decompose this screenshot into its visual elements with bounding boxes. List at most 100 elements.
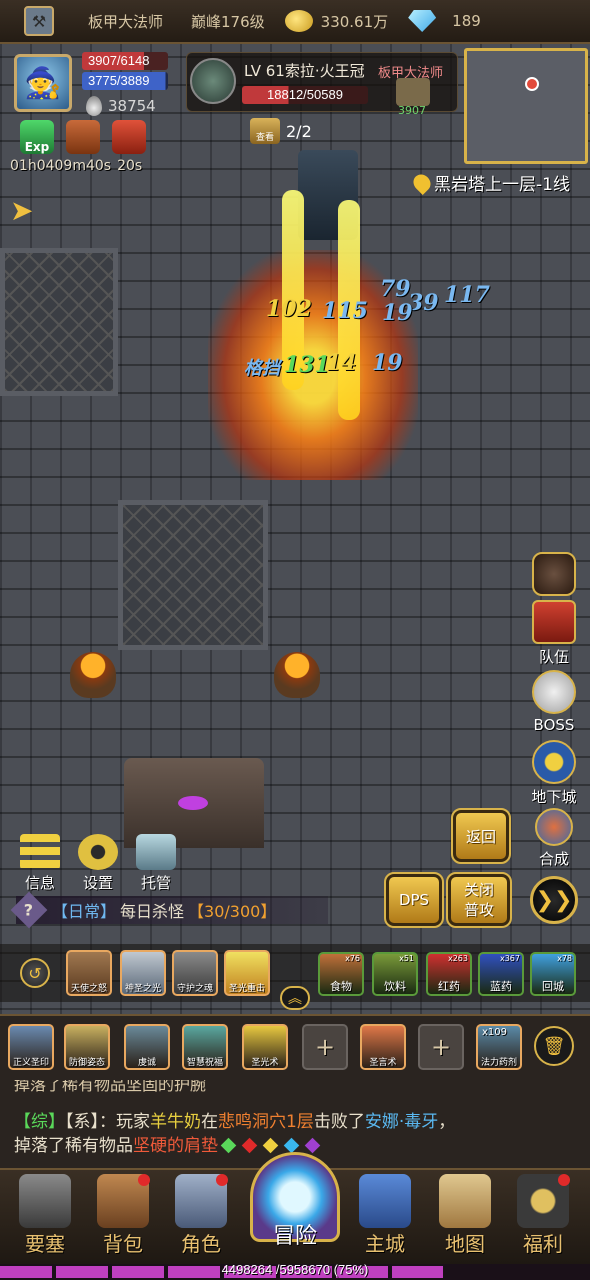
skill-slot[interactable]: 虔诚 <box>124 1024 170 1070</box>
food-buff-icon[interactable] <box>66 120 100 154</box>
peak-level: 巅峰176级 <box>191 12 265 31</box>
team-button[interactable]: 队伍 <box>524 600 584 667</box>
inspect-chest-button[interactable]: 查看 <box>250 118 280 144</box>
skill-slot[interactable]: 正义圣印 <box>8 1024 54 1070</box>
altar-eye <box>178 796 208 810</box>
nav-character[interactable]: 角色 <box>166 1174 236 1257</box>
skill-slot[interactable]: 圣光重击 <box>224 950 270 996</box>
boss-button[interactable]: BOSS <box>524 670 584 734</box>
consumable-count: x76 <box>345 954 360 963</box>
chat-player-name[interactable]: 羊牛奶 <box>150 1112 201 1132</box>
diamond-amount: 189 <box>452 12 481 30</box>
skill-slot[interactable]: 神圣之光 <box>120 950 166 996</box>
class-icon[interactable]: ⚒ <box>24 6 54 36</box>
nav-welfare-label: 福利 <box>523 1232 563 1256</box>
consumable-slot[interactable]: x367 蓝药 <box>478 952 524 996</box>
auto-play-button[interactable]: 托管 <box>136 834 176 893</box>
chat-item-name[interactable]: 坚硬的肩垫 <box>133 1136 218 1156</box>
craft-label: 合成 <box>538 850 569 868</box>
skill-slot[interactable]: 圣光术 <box>242 1024 288 1070</box>
chat-message[interactable]: 【综】【系】：玩家羊牛奶在悲鸣洞穴1层击败了安娜·毒牙， 掉落了稀有物品坚硬的肩… <box>14 1110 574 1158</box>
minimap[interactable] <box>464 48 588 164</box>
skill-slot[interactable]: 天使之怒 <box>66 950 112 996</box>
next-arrow-button[interactable]: ❯❯ <box>530 876 578 924</box>
gem-socket-icon <box>220 1137 237 1154</box>
skill-slot[interactable]: 防御姿态 <box>64 1024 110 1070</box>
chat-text: 玩家 <box>116 1112 150 1132</box>
toggle-normal-attack-button[interactable]: 关闭 普攻 <box>446 872 512 928</box>
dps-button[interactable]: DPS <box>384 872 444 928</box>
inspect-count: 2/2 <box>286 122 312 141</box>
consumable-count: x263 <box>447 954 468 963</box>
floor-grate <box>0 248 118 396</box>
consumable-slot[interactable]: x51 饮料 <box>372 952 418 996</box>
trash-icon[interactable]: 🗑 <box>534 1026 574 1066</box>
skill-label: 防御姿态 <box>68 1058 105 1068</box>
skill-slot[interactable]: 智慧祝福 <box>182 1024 228 1070</box>
skill-label: 法力药剂 <box>480 1058 517 1068</box>
damage-number: 14 <box>326 350 357 376</box>
info-button[interactable]: 信息 <box>20 834 60 893</box>
nav-bag[interactable]: 背包 <box>88 1174 158 1257</box>
boss-label: BOSS <box>533 716 575 734</box>
exp-text: 4498264 /5958670 (75%) <box>221 1262 369 1277</box>
castle-icon <box>19 1174 71 1228</box>
nav-welfare[interactable]: 福利 <box>508 1174 578 1257</box>
gem-socket-icon <box>304 1137 321 1154</box>
notification-dot <box>558 1174 570 1186</box>
nav-map[interactable]: 地图 <box>430 1174 500 1257</box>
nav-adventure[interactable]: 冒险 <box>240 1152 350 1274</box>
chat-text: ， <box>438 1112 456 1132</box>
empty-skill-slot[interactable]: + <box>418 1024 464 1070</box>
nav-fortress-label: 要塞 <box>25 1232 65 1256</box>
skill-count: x109 <box>482 1027 508 1038</box>
chat-map-name[interactable]: 悲鸣洞穴1层 <box>218 1112 314 1132</box>
target-power: 3907 <box>398 104 426 117</box>
info-label: 信息 <box>24 874 55 892</box>
skill-slot[interactable]: 守护之魂 <box>172 950 218 996</box>
consumable-slot[interactable]: x76 食物 <box>318 952 364 996</box>
return-button[interactable]: 返回 <box>451 808 511 864</box>
empty-skill-slot[interactable]: + <box>302 1024 348 1070</box>
expand-skills-button[interactable]: ︽ <box>280 986 310 1010</box>
player-avatar[interactable]: 🧙 <box>14 54 72 112</box>
craft-button[interactable]: 合成 <box>524 808 584 869</box>
dungeon-button[interactable]: 地下城 <box>524 740 584 807</box>
exp-buff-icon[interactable]: Exp <box>20 120 54 154</box>
consumable-label: 回城 <box>542 980 564 993</box>
drop-buff-icon[interactable] <box>112 120 146 154</box>
normal-attack-line2: 普攻 <box>463 901 494 919</box>
skill-slot[interactable]: 圣言术 <box>360 1024 406 1070</box>
skill-slot[interactable]: x109 法力药剂 <box>476 1024 522 1070</box>
nav-adventure-label: 冒险 <box>272 1224 317 1249</box>
consumable-label: 食物 <box>330 980 352 993</box>
nav-fortress[interactable]: 要塞 <box>10 1174 80 1257</box>
settings-button[interactable]: 设置 <box>78 834 118 893</box>
consumable-slot[interactable]: x78 回城 <box>530 952 576 996</box>
auto-play-label: 托管 <box>140 874 171 892</box>
expand-arrow-icon[interactable]: ➤ <box>10 194 33 227</box>
brazier <box>70 652 116 698</box>
player-hp-bar: 3907/6148 <box>82 52 168 70</box>
skull-icon <box>532 670 576 714</box>
gold-coin-icon <box>284 10 313 32</box>
consumable-count: x367 <box>499 954 520 963</box>
target-guard-icon <box>396 78 430 106</box>
notification-dot <box>216 1174 228 1186</box>
floor-grate <box>118 500 268 650</box>
player-mp-bar: 3775/3889 <box>82 72 168 90</box>
class-name: 板甲大法师 <box>88 12 164 31</box>
brazier <box>274 652 320 698</box>
nav-city[interactable]: 主城 <box>350 1174 420 1257</box>
power-value: 38754 <box>108 97 156 115</box>
chat-separator: ： <box>99 1112 116 1132</box>
buff-timer-food: 09m40s <box>54 158 112 174</box>
chat-text: 在 <box>201 1112 218 1132</box>
damage-number: 19 <box>372 350 403 376</box>
chat-boss-name[interactable]: 安娜·毒牙 <box>365 1112 438 1132</box>
swap-skills-button[interactable]: ↺ <box>20 958 50 988</box>
consumable-slot[interactable]: x263 红药 <box>426 952 472 996</box>
target-portrait[interactable] <box>190 58 236 104</box>
daily-quest-tracker[interactable]: ? 【日常】 每日杀怪 【30/300】 <box>10 891 328 929</box>
diamond-icon <box>408 10 437 32</box>
